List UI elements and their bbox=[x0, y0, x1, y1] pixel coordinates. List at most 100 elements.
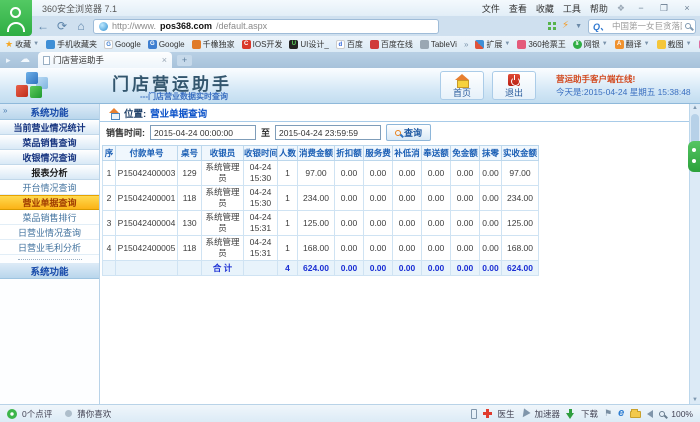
table-cell: 4 bbox=[103, 236, 116, 261]
download-arrow-icon[interactable] bbox=[566, 409, 575, 419]
site-favicon-icon bbox=[420, 40, 429, 49]
screenshot-button[interactable]: 截图▼ bbox=[657, 39, 692, 50]
speaker-icon[interactable] bbox=[647, 410, 653, 418]
zoom-magnifier-icon[interactable] bbox=[659, 411, 665, 417]
user-avatar-button[interactable] bbox=[0, 0, 32, 36]
sidebar-item-dish-sales-ranking[interactable]: 菜品销售排行 bbox=[0, 210, 99, 225]
table-cell: 04-24 15:31 bbox=[244, 236, 278, 261]
new-tab-button[interactable]: + bbox=[177, 55, 192, 66]
home-page-button[interactable]: 首页 bbox=[440, 71, 484, 100]
bookmark-item[interactable]: 手机收藏夹 bbox=[46, 39, 97, 50]
star-icon: ★ bbox=[5, 39, 13, 50]
table-cell bbox=[178, 261, 202, 276]
ie-compat-icon[interactable]: e bbox=[618, 408, 624, 419]
query-button[interactable]: 查询 bbox=[386, 124, 431, 141]
search-icon[interactable] bbox=[685, 23, 691, 29]
bookmark-item[interactable]: 百度在线 bbox=[370, 39, 413, 50]
power-icon bbox=[508, 74, 520, 86]
sidebar-item-daily-profit-analysis[interactable]: 日营业毛利分析 bbox=[0, 240, 99, 255]
column-header: 折扣额 bbox=[335, 146, 364, 161]
folder-icon[interactable] bbox=[630, 411, 641, 418]
session-restore-icon[interactable]: ▸ bbox=[6, 55, 11, 66]
expand-icon[interactable]: » bbox=[3, 106, 7, 115]
sidebar-header-system-bottom[interactable]: 系统功能 bbox=[0, 263, 99, 279]
sidebar-item-cashier-status-query[interactable]: 收银情况查询 bbox=[0, 150, 99, 165]
bookmark-item[interactable]: GGoogle bbox=[104, 40, 141, 49]
sidebar-item-current-business-stats[interactable]: 当前营业情况统计 bbox=[0, 120, 99, 135]
zoom-level[interactable]: 100% bbox=[671, 409, 693, 419]
table-cell: 118 bbox=[178, 236, 202, 261]
table-cell: 3 bbox=[103, 211, 116, 236]
360-logo-icon[interactable] bbox=[7, 409, 17, 419]
bookmarks-overflow-icon[interactable]: » bbox=[464, 40, 468, 49]
restore-button[interactable]: ❐ bbox=[657, 3, 671, 14]
menu-help[interactable]: 帮助 bbox=[590, 2, 608, 15]
doctor-label[interactable]: 医生 bbox=[498, 408, 515, 420]
tab-title: 门店营运助手 bbox=[53, 54, 104, 66]
bookmark-item[interactable]: TableVi bbox=[420, 40, 457, 49]
table-cell: 168.00 bbox=[298, 236, 335, 261]
guess-like-label[interactable]: 猜你喜欢 bbox=[77, 408, 111, 420]
cloud-sync-icon[interactable]: ☁ bbox=[20, 54, 30, 65]
flag-icon[interactable]: ⚑ bbox=[604, 409, 612, 418]
tab-close-icon[interactable]: × bbox=[162, 55, 167, 65]
date-to-input[interactable] bbox=[275, 125, 381, 140]
bookmark-favorites[interactable]: ★收藏▼ bbox=[5, 39, 39, 50]
booster-pin-icon[interactable] bbox=[519, 408, 530, 419]
bookmark-item[interactable]: GGoogle bbox=[148, 40, 185, 49]
bookmark-item[interactable]: UUI设计_ bbox=[289, 39, 328, 50]
date-from-input[interactable] bbox=[150, 125, 256, 140]
status-bar: 0个点评 猜你喜欢 医生 加速器 下载 ⚑ e 100% bbox=[0, 404, 700, 422]
home-icon[interactable]: ⌂ bbox=[74, 20, 88, 32]
table-cell: 0.00 bbox=[335, 261, 364, 276]
sidebar-item-table-open-query[interactable]: 开台情况查询 bbox=[0, 180, 99, 195]
chevron-down-icon[interactable]: ▼ bbox=[575, 23, 582, 30]
ebank-button[interactable]: ¥网银▼ bbox=[573, 39, 608, 50]
filter-bar: 销售时间: 至 查询 bbox=[100, 122, 700, 143]
extensions-button[interactable]: 扩展▼ bbox=[475, 39, 510, 50]
sales-time-label: 销售时间: bbox=[106, 126, 145, 139]
crown-icon[interactable]: ❖ bbox=[617, 3, 625, 14]
service-float-tab[interactable] bbox=[688, 141, 700, 172]
bookmark-item[interactable]: d百度 bbox=[336, 39, 363, 50]
table-cell: 0.00 bbox=[422, 161, 451, 186]
sidebar-item-daily-business-query[interactable]: 日营业情况查询 bbox=[0, 225, 99, 240]
menu-tools[interactable]: 工具 bbox=[563, 2, 581, 15]
download-label[interactable]: 下载 bbox=[581, 408, 598, 420]
tab-active[interactable]: 门店营运助手 × bbox=[38, 52, 172, 68]
back-icon[interactable]: ← bbox=[36, 20, 50, 32]
scroll-down-icon[interactable]: ▼ bbox=[690, 397, 700, 403]
close-button[interactable]: × bbox=[680, 3, 694, 13]
sidebar-section-report-analysis[interactable]: 报表分析 bbox=[0, 165, 99, 180]
avatar-person-icon bbox=[10, 7, 21, 18]
booster-label[interactable]: 加速器 bbox=[535, 408, 561, 420]
exit-button[interactable]: 退出 bbox=[492, 71, 536, 100]
doctor-cross-icon[interactable] bbox=[483, 409, 492, 418]
minimize-button[interactable]: − bbox=[634, 3, 648, 13]
breadcrumb: 位置: 营业单据查询 bbox=[100, 104, 700, 122]
bookmark-item[interactable]: 千橡独家 bbox=[192, 39, 235, 50]
menu-favorites[interactable]: 收藏 bbox=[536, 2, 554, 15]
menu-file[interactable]: 文件 bbox=[482, 2, 500, 15]
speed-bolt-icon[interactable]: ⚡ bbox=[562, 21, 569, 31]
table-cell: 0.00 bbox=[422, 186, 451, 211]
guess-like-icon bbox=[65, 410, 72, 417]
sidebar-item-business-doc-query-active[interactable]: 营业单据查询 bbox=[0, 195, 99, 210]
sidebar-item-dish-sales-query[interactable]: 菜品销售查询 bbox=[0, 135, 99, 150]
reviews-count[interactable]: 0个点评 bbox=[22, 408, 52, 420]
sidebar-header-system[interactable]: »系统功能 bbox=[0, 104, 99, 120]
phone-link-icon[interactable] bbox=[471, 409, 477, 419]
bookmark-item[interactable]: CIOS开发 bbox=[242, 39, 283, 50]
table-row: 4P15042400005118系统管理员04-24 15:311168.000… bbox=[103, 236, 539, 261]
url-bar[interactable]: http://www.pos368.com/default.aspx bbox=[93, 19, 439, 34]
refresh-icon[interactable]: ⟳ bbox=[55, 20, 69, 32]
app-grid-icon[interactable] bbox=[548, 22, 556, 30]
column-header: 奉送额 bbox=[422, 146, 451, 161]
menu-view[interactable]: 查看 bbox=[509, 2, 527, 15]
total-row: 合 计4624.000.000.000.000.000.000.00624.00 bbox=[103, 261, 539, 276]
scroll-up-icon[interactable]: ▲ bbox=[690, 105, 700, 111]
search-input[interactable]: Q、 中国第一女巨贪落网 bbox=[588, 19, 696, 34]
breadcrumb-current: 营业单据查询 bbox=[150, 106, 207, 120]
ticket-tool-button[interactable]: 360抢票王 bbox=[517, 39, 565, 50]
translate-button[interactable]: A翻译▼ bbox=[615, 39, 650, 50]
